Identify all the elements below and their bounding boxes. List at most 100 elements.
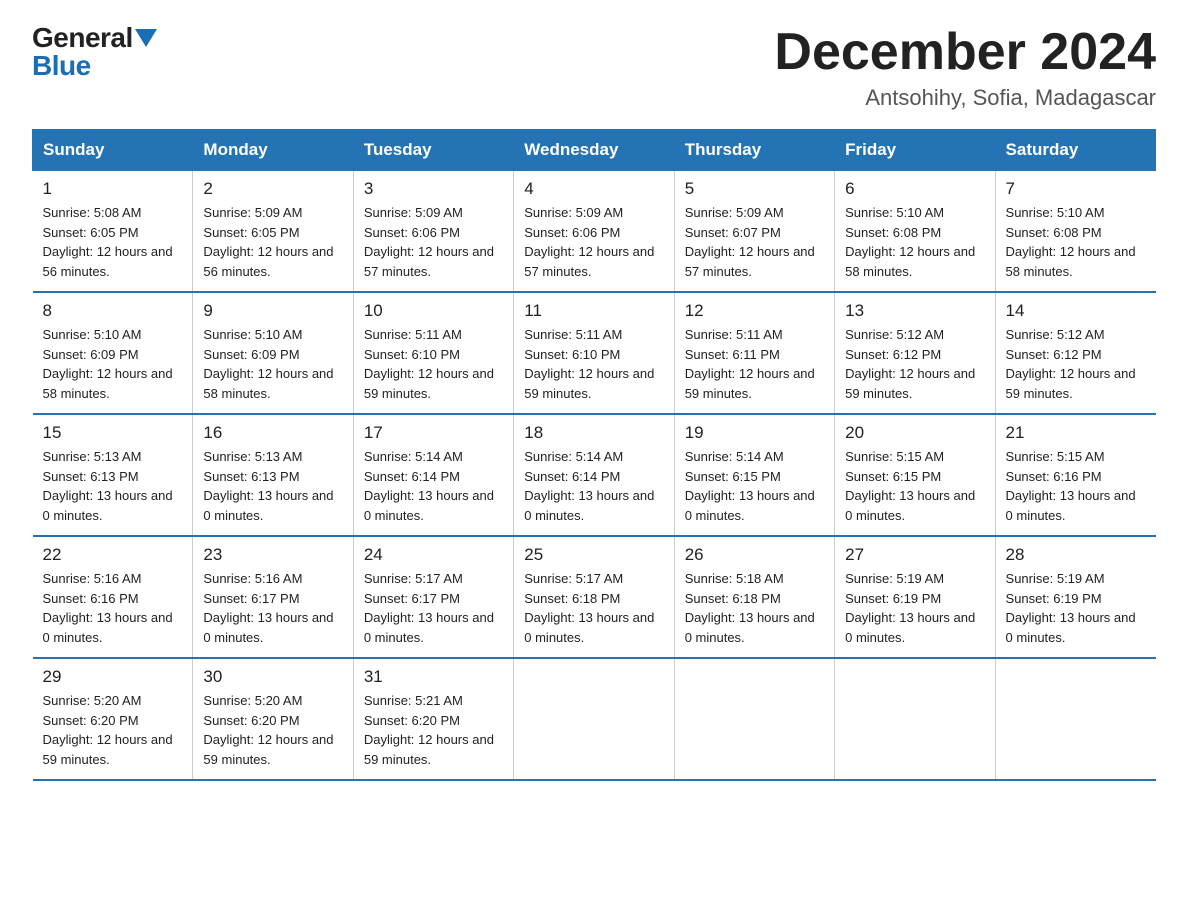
day-info: Sunrise: 5:17 AMSunset: 6:17 PMDaylight:… — [364, 571, 494, 645]
day-info: Sunrise: 5:09 AMSunset: 6:06 PMDaylight:… — [524, 205, 654, 279]
header-cell-monday: Monday — [193, 130, 353, 171]
day-number: 30 — [203, 667, 342, 687]
week-row-4: 22 Sunrise: 5:16 AMSunset: 6:16 PMDaylig… — [33, 536, 1156, 658]
month-title: December 2024 — [774, 24, 1156, 81]
day-info: Sunrise: 5:15 AMSunset: 6:15 PMDaylight:… — [845, 449, 975, 523]
day-number: 3 — [364, 179, 503, 199]
day-cell: 1 Sunrise: 5:08 AMSunset: 6:05 PMDayligh… — [33, 171, 193, 293]
calendar-table: SundayMondayTuesdayWednesdayThursdayFrid… — [32, 129, 1156, 781]
day-cell: 13 Sunrise: 5:12 AMSunset: 6:12 PMDaylig… — [835, 292, 995, 414]
day-info: Sunrise: 5:20 AMSunset: 6:20 PMDaylight:… — [203, 693, 333, 767]
day-number: 1 — [43, 179, 183, 199]
day-info: Sunrise: 5:11 AMSunset: 6:10 PMDaylight:… — [364, 327, 494, 401]
week-row-3: 15 Sunrise: 5:13 AMSunset: 6:13 PMDaylig… — [33, 414, 1156, 536]
day-number: 4 — [524, 179, 663, 199]
day-cell: 5 Sunrise: 5:09 AMSunset: 6:07 PMDayligh… — [674, 171, 834, 293]
day-cell: 12 Sunrise: 5:11 AMSunset: 6:11 PMDaylig… — [674, 292, 834, 414]
day-cell: 28 Sunrise: 5:19 AMSunset: 6:19 PMDaylig… — [995, 536, 1155, 658]
day-number: 2 — [203, 179, 342, 199]
day-info: Sunrise: 5:16 AMSunset: 6:16 PMDaylight:… — [43, 571, 173, 645]
day-number: 25 — [524, 545, 663, 565]
page-header: General Blue December 2024 Antsohihy, So… — [32, 24, 1156, 111]
day-info: Sunrise: 5:21 AMSunset: 6:20 PMDaylight:… — [364, 693, 494, 767]
day-cell: 2 Sunrise: 5:09 AMSunset: 6:05 PMDayligh… — [193, 171, 353, 293]
logo-blue-text: Blue — [32, 50, 91, 81]
day-number: 5 — [685, 179, 824, 199]
day-number: 10 — [364, 301, 503, 321]
calendar-body: 1 Sunrise: 5:08 AMSunset: 6:05 PMDayligh… — [33, 171, 1156, 781]
day-info: Sunrise: 5:14 AMSunset: 6:14 PMDaylight:… — [524, 449, 654, 523]
header-cell-friday: Friday — [835, 130, 995, 171]
day-info: Sunrise: 5:16 AMSunset: 6:17 PMDaylight:… — [203, 571, 333, 645]
day-cell: 16 Sunrise: 5:13 AMSunset: 6:13 PMDaylig… — [193, 414, 353, 536]
header-row: SundayMondayTuesdayWednesdayThursdayFrid… — [33, 130, 1156, 171]
day-cell: 25 Sunrise: 5:17 AMSunset: 6:18 PMDaylig… — [514, 536, 674, 658]
logo-triangle-icon — [135, 29, 157, 47]
week-row-1: 1 Sunrise: 5:08 AMSunset: 6:05 PMDayligh… — [33, 171, 1156, 293]
day-number: 6 — [845, 179, 984, 199]
calendar-header: SundayMondayTuesdayWednesdayThursdayFrid… — [33, 130, 1156, 171]
day-info: Sunrise: 5:09 AMSunset: 6:05 PMDaylight:… — [203, 205, 333, 279]
day-info: Sunrise: 5:15 AMSunset: 6:16 PMDaylight:… — [1006, 449, 1136, 523]
day-number: 15 — [43, 423, 183, 443]
day-number: 11 — [524, 301, 663, 321]
header-cell-tuesday: Tuesday — [353, 130, 513, 171]
header-cell-saturday: Saturday — [995, 130, 1155, 171]
day-number: 13 — [845, 301, 984, 321]
day-info: Sunrise: 5:10 AMSunset: 6:08 PMDaylight:… — [845, 205, 975, 279]
day-number: 26 — [685, 545, 824, 565]
day-info: Sunrise: 5:10 AMSunset: 6:09 PMDaylight:… — [43, 327, 173, 401]
day-number: 8 — [43, 301, 183, 321]
day-number: 19 — [685, 423, 824, 443]
day-number: 14 — [1006, 301, 1146, 321]
day-cell: 17 Sunrise: 5:14 AMSunset: 6:14 PMDaylig… — [353, 414, 513, 536]
day-cell: 31 Sunrise: 5:21 AMSunset: 6:20 PMDaylig… — [353, 658, 513, 780]
day-number: 22 — [43, 545, 183, 565]
day-cell — [835, 658, 995, 780]
logo-general-text: General — [32, 24, 133, 52]
day-cell: 8 Sunrise: 5:10 AMSunset: 6:09 PMDayligh… — [33, 292, 193, 414]
day-number: 7 — [1006, 179, 1146, 199]
day-cell: 29 Sunrise: 5:20 AMSunset: 6:20 PMDaylig… — [33, 658, 193, 780]
header-cell-thursday: Thursday — [674, 130, 834, 171]
day-cell: 11 Sunrise: 5:11 AMSunset: 6:10 PMDaylig… — [514, 292, 674, 414]
day-cell — [674, 658, 834, 780]
day-cell: 6 Sunrise: 5:10 AMSunset: 6:08 PMDayligh… — [835, 171, 995, 293]
day-number: 29 — [43, 667, 183, 687]
day-info: Sunrise: 5:09 AMSunset: 6:07 PMDaylight:… — [685, 205, 815, 279]
day-number: 21 — [1006, 423, 1146, 443]
day-number: 28 — [1006, 545, 1146, 565]
header-cell-wednesday: Wednesday — [514, 130, 674, 171]
day-info: Sunrise: 5:13 AMSunset: 6:13 PMDaylight:… — [203, 449, 333, 523]
day-info: Sunrise: 5:12 AMSunset: 6:12 PMDaylight:… — [1006, 327, 1136, 401]
day-info: Sunrise: 5:13 AMSunset: 6:13 PMDaylight:… — [43, 449, 173, 523]
day-cell: 7 Sunrise: 5:10 AMSunset: 6:08 PMDayligh… — [995, 171, 1155, 293]
day-info: Sunrise: 5:19 AMSunset: 6:19 PMDaylight:… — [1006, 571, 1136, 645]
day-cell: 26 Sunrise: 5:18 AMSunset: 6:18 PMDaylig… — [674, 536, 834, 658]
day-number: 23 — [203, 545, 342, 565]
day-info: Sunrise: 5:18 AMSunset: 6:18 PMDaylight:… — [685, 571, 815, 645]
day-number: 16 — [203, 423, 342, 443]
day-info: Sunrise: 5:11 AMSunset: 6:10 PMDaylight:… — [524, 327, 654, 401]
day-info: Sunrise: 5:14 AMSunset: 6:14 PMDaylight:… — [364, 449, 494, 523]
logo: General Blue — [32, 24, 157, 80]
day-number: 24 — [364, 545, 503, 565]
day-number: 20 — [845, 423, 984, 443]
day-info: Sunrise: 5:12 AMSunset: 6:12 PMDaylight:… — [845, 327, 975, 401]
day-cell: 24 Sunrise: 5:17 AMSunset: 6:17 PMDaylig… — [353, 536, 513, 658]
day-cell: 14 Sunrise: 5:12 AMSunset: 6:12 PMDaylig… — [995, 292, 1155, 414]
day-cell: 10 Sunrise: 5:11 AMSunset: 6:10 PMDaylig… — [353, 292, 513, 414]
day-info: Sunrise: 5:09 AMSunset: 6:06 PMDaylight:… — [364, 205, 494, 279]
day-number: 31 — [364, 667, 503, 687]
day-info: Sunrise: 5:10 AMSunset: 6:09 PMDaylight:… — [203, 327, 333, 401]
day-cell: 3 Sunrise: 5:09 AMSunset: 6:06 PMDayligh… — [353, 171, 513, 293]
day-cell — [514, 658, 674, 780]
day-info: Sunrise: 5:17 AMSunset: 6:18 PMDaylight:… — [524, 571, 654, 645]
day-cell: 19 Sunrise: 5:14 AMSunset: 6:15 PMDaylig… — [674, 414, 834, 536]
day-info: Sunrise: 5:19 AMSunset: 6:19 PMDaylight:… — [845, 571, 975, 645]
week-row-2: 8 Sunrise: 5:10 AMSunset: 6:09 PMDayligh… — [33, 292, 1156, 414]
location-title: Antsohihy, Sofia, Madagascar — [774, 85, 1156, 111]
day-info: Sunrise: 5:20 AMSunset: 6:20 PMDaylight:… — [43, 693, 173, 767]
day-info: Sunrise: 5:10 AMSunset: 6:08 PMDaylight:… — [1006, 205, 1136, 279]
day-cell: 27 Sunrise: 5:19 AMSunset: 6:19 PMDaylig… — [835, 536, 995, 658]
